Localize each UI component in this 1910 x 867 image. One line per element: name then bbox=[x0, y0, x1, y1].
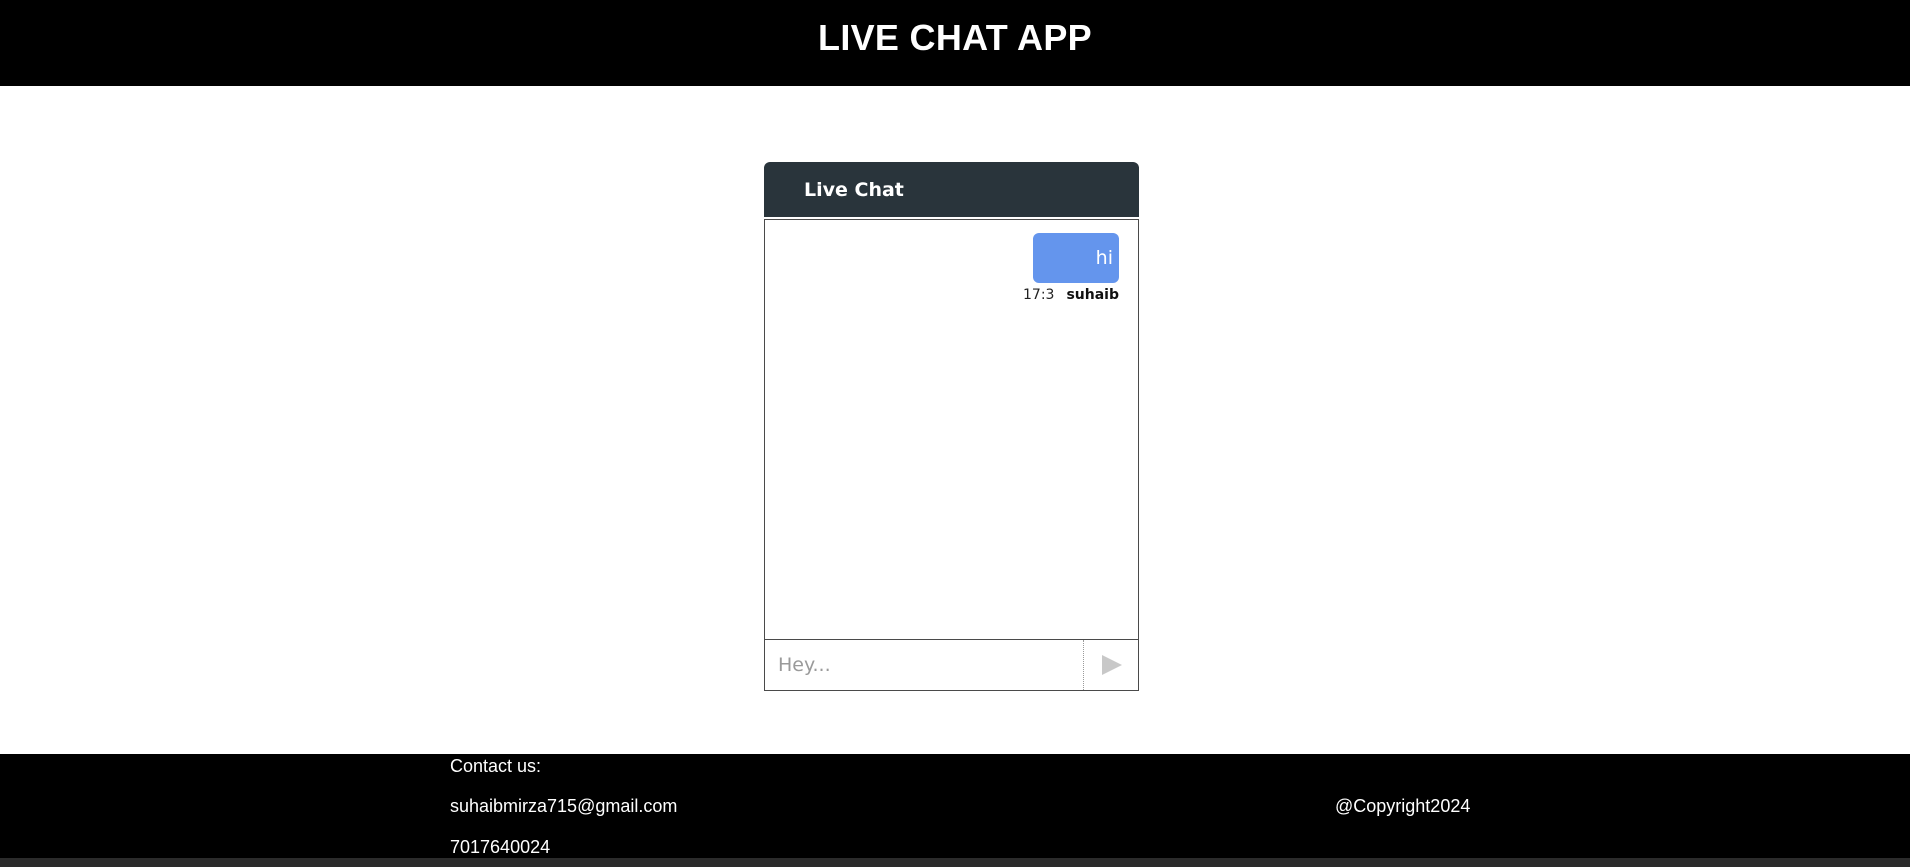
chat-message-list[interactable]: hi 17:3 suhaib bbox=[764, 219, 1139, 639]
message-bubble: hi bbox=[1033, 233, 1119, 283]
site-header: LIVE CHAT APP bbox=[0, 0, 1910, 86]
page-title: LIVE CHAT APP bbox=[818, 17, 1092, 58]
contact-label: Contact us: bbox=[450, 756, 542, 776]
chat-header: Live Chat bbox=[764, 162, 1139, 217]
message-meta: 17:3 suhaib bbox=[1023, 287, 1119, 303]
site-footer: Contact us: suhaibmirza715@gmail.com 701… bbox=[0, 754, 1910, 858]
chat-widget: Live Chat hi 17:3 suhaib bbox=[764, 162, 1139, 691]
contact-email: suhaibmirza715@gmail.com bbox=[450, 796, 678, 816]
window-bottom-strip bbox=[0, 858, 1910, 867]
contact-phone: 7017640024 bbox=[450, 837, 551, 857]
message-text: hi bbox=[1095, 247, 1113, 269]
message-time: 17:3 bbox=[1023, 287, 1055, 303]
chat-message: hi 17:3 suhaib bbox=[1023, 233, 1119, 303]
copyright-text: @Copyright2024 bbox=[1335, 796, 1471, 816]
message-input[interactable] bbox=[765, 640, 1083, 690]
chat-input-row bbox=[764, 639, 1139, 691]
chat-title: Live Chat bbox=[804, 178, 904, 201]
play-triangle-icon bbox=[1102, 655, 1122, 675]
send-button[interactable] bbox=[1083, 640, 1138, 690]
message-username: suhaib bbox=[1066, 287, 1119, 303]
